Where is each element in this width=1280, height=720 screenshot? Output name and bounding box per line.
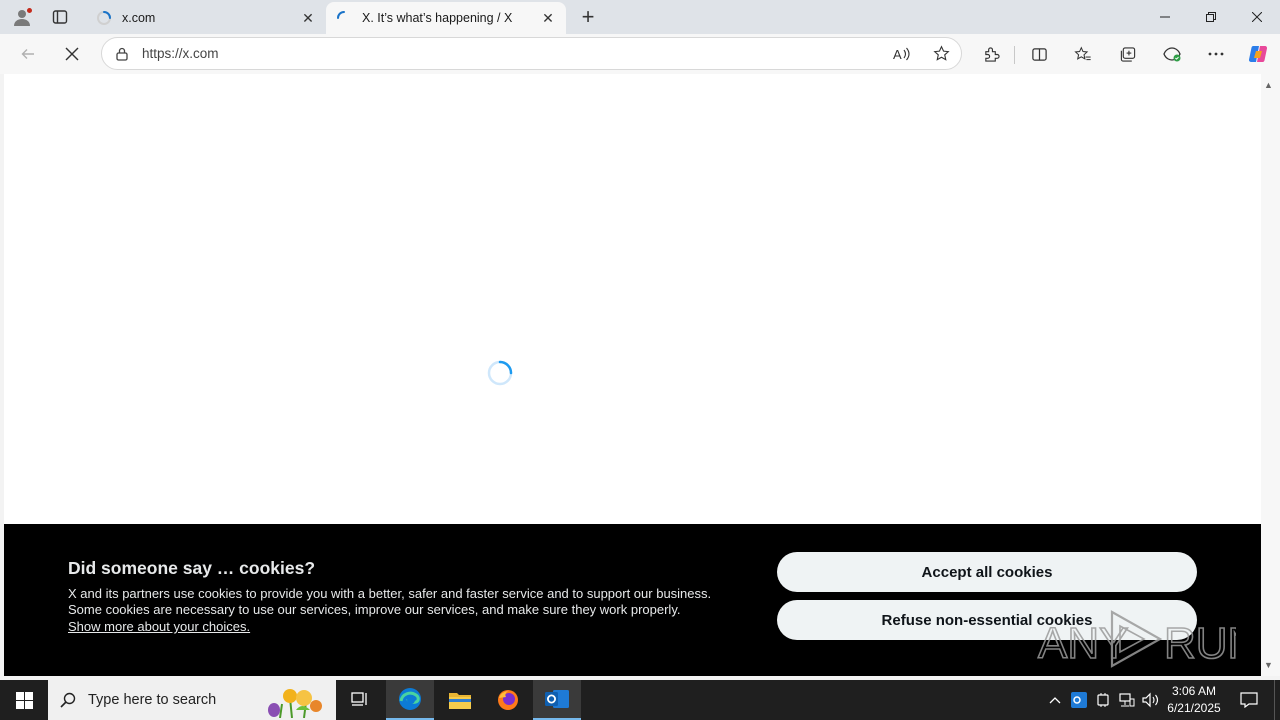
- task-view-icon: [351, 692, 367, 706]
- stop-button[interactable]: [57, 40, 87, 68]
- network-icon: [1119, 693, 1135, 707]
- search-placeholder: Type here to search: [88, 692, 217, 708]
- clock-time: 3:06 AM: [1171, 684, 1217, 698]
- show-desktop-button[interactable]: [1274, 680, 1280, 720]
- show-hidden-icons-button[interactable]: [1043, 680, 1067, 720]
- taskbar-outlook-button[interactable]: [533, 680, 581, 720]
- profile-button[interactable]: [8, 4, 36, 30]
- cookie-banner-title: Did someone say … cookies?: [68, 558, 316, 578]
- more-icon: [1208, 52, 1224, 56]
- close-tab-icon[interactable]: ✕: [300, 10, 316, 26]
- firefox-icon: [498, 690, 518, 710]
- new-tab-button[interactable]: +: [574, 4, 602, 30]
- loading-spinner-icon: [337, 11, 345, 19]
- taskbar-edge-button[interactable]: [386, 680, 434, 720]
- file-explorer-icon: [449, 693, 471, 709]
- watermark-text: ANY: [1038, 619, 1128, 668]
- loading-spinner-icon: [97, 11, 111, 25]
- url-text[interactable]: https://x.com: [142, 46, 881, 61]
- copilot-button[interactable]: [1243, 40, 1273, 68]
- favorite-icon: [932, 45, 950, 61]
- action-center-button[interactable]: [1234, 680, 1264, 720]
- clock-date: 6/21/2025: [1167, 701, 1221, 715]
- page-loading-spinner-icon: [487, 360, 513, 386]
- browser-essentials-button[interactable]: [1157, 40, 1187, 68]
- volume-icon: [1142, 692, 1159, 708]
- outlook-icon: [545, 690, 569, 708]
- cookie-choices-link[interactable]: Show more about your choices.: [68, 619, 250, 634]
- tray-outlook-button[interactable]: [1067, 680, 1091, 720]
- vertical-scrollbar[interactable]: ▲ ▼: [1261, 74, 1280, 676]
- tray-device-button[interactable]: [1091, 680, 1115, 720]
- minimize-icon: [1160, 16, 1170, 18]
- edge-icon: [399, 688, 421, 710]
- close-tab-icon[interactable]: ✕: [540, 10, 556, 26]
- start-button[interactable]: [0, 680, 48, 720]
- scroll-up-icon[interactable]: ▲: [1264, 80, 1273, 90]
- tab-actions-icon: [52, 10, 68, 24]
- tab-actions-button[interactable]: [44, 4, 76, 30]
- close-window-button[interactable]: [1234, 0, 1280, 34]
- add-favorite-button[interactable]: [921, 39, 961, 69]
- read-aloud-icon: A: [893, 47, 910, 62]
- restore-icon: [1206, 12, 1216, 22]
- svg-text:RUN: RUN: [1164, 619, 1236, 668]
- extensions-icon: [984, 46, 1000, 62]
- tab-xcom[interactable]: x.com ✕: [86, 2, 326, 34]
- cookie-banner-description: X and its partners use cookies to provid…: [68, 586, 712, 617]
- windows-taskbar: Type here to search 3:06 AM 6/21/2025: [0, 680, 1280, 720]
- anyrun-watermark-logo: ANY RUN: [1037, 610, 1236, 669]
- browser-essentials-icon: [1163, 47, 1181, 62]
- tab-title: X. It’s what’s happening / X: [362, 11, 513, 25]
- device-icon: [1097, 693, 1109, 707]
- notification-icon: [1240, 692, 1258, 708]
- notification-dot: [26, 7, 33, 14]
- tray-network-button[interactable]: [1115, 680, 1139, 720]
- windows-logo-icon: [15, 691, 33, 709]
- chevron-up-icon: [1049, 697, 1061, 704]
- stop-icon: [65, 47, 79, 61]
- copilot-icon: [1248, 45, 1268, 63]
- extensions-button[interactable]: [976, 40, 1006, 68]
- toolbar-divider: [1014, 46, 1015, 64]
- taskbar-firefox-button[interactable]: [484, 680, 532, 720]
- split-screen-icon: [1031, 47, 1047, 61]
- restore-button[interactable]: [1188, 0, 1234, 34]
- minimize-button[interactable]: [1142, 0, 1188, 34]
- back-button[interactable]: [13, 40, 43, 68]
- read-aloud-button[interactable]: A: [881, 39, 921, 69]
- taskbar-search-box[interactable]: Type here to search: [48, 680, 336, 720]
- taskbar-clock[interactable]: 3:06 AM 6/21/2025: [1160, 683, 1228, 717]
- collections-button[interactable]: [1113, 40, 1143, 68]
- favorites-icon: [1074, 45, 1091, 60]
- accept-cookies-button[interactable]: Accept all cookies: [777, 552, 1197, 592]
- back-icon: [21, 49, 34, 59]
- svg-text:A: A: [893, 47, 902, 62]
- search-highlight-flowers-icon: [268, 689, 322, 718]
- outlook-tray-icon: [1071, 692, 1087, 708]
- address-bar[interactable]: https://x.com A: [101, 37, 962, 70]
- search-icon: [48, 692, 88, 708]
- site-info-icon[interactable]: [102, 47, 142, 61]
- taskbar-file-explorer-button[interactable]: [436, 680, 484, 720]
- tab-strip: x.com ✕ X. It’s what’s happening / X ✕ +: [0, 0, 1280, 34]
- scroll-down-icon[interactable]: ▼: [1264, 660, 1273, 670]
- page-viewport: Did someone say … cookies? X and its par…: [4, 74, 1261, 676]
- collections-icon: [1120, 46, 1136, 62]
- favorites-button[interactable]: [1068, 40, 1098, 68]
- task-view-button[interactable]: [336, 680, 384, 720]
- browser-toolbar: https://x.com A: [0, 34, 1280, 74]
- more-menu-button[interactable]: [1201, 40, 1231, 68]
- tab-title: x.com: [122, 11, 156, 25]
- close-icon: [1252, 12, 1262, 22]
- tab-x-home[interactable]: X. It’s what’s happening / X ✕: [326, 2, 566, 34]
- split-screen-button[interactable]: [1024, 40, 1054, 68]
